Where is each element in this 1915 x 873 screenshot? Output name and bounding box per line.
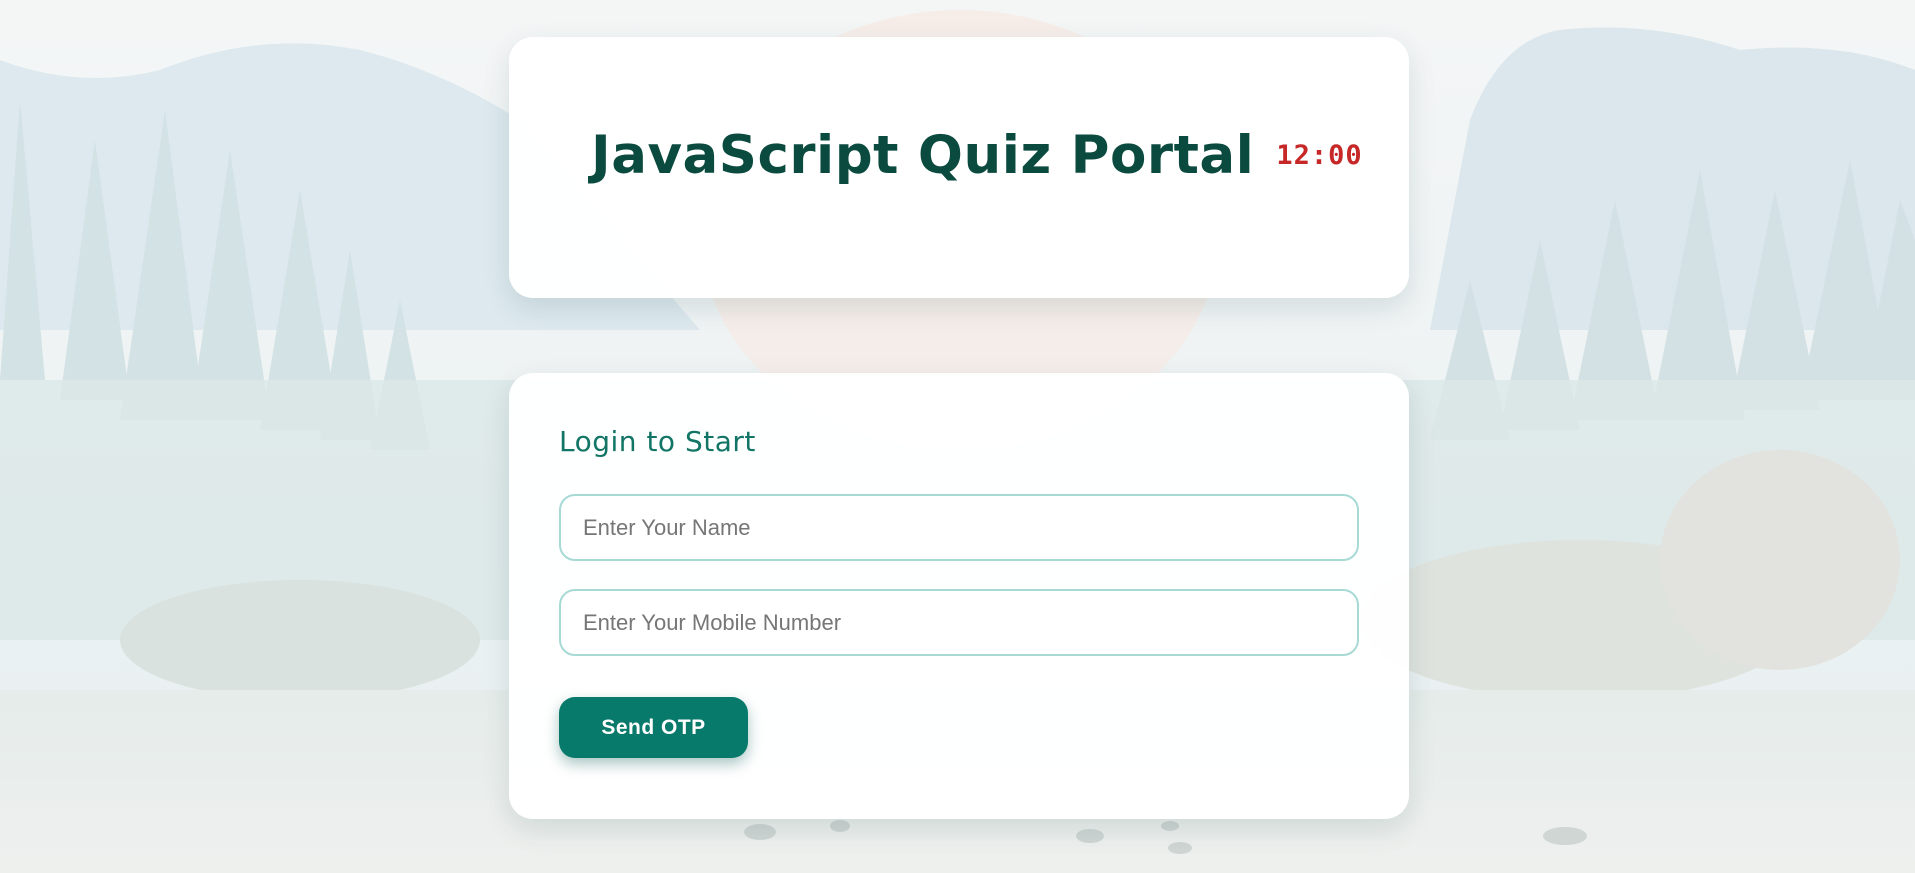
login-heading: Login to Start bbox=[559, 425, 756, 458]
login-card: Login to Start Send OTP bbox=[509, 373, 1409, 819]
header-card: JavaScript Quiz Portal 12:00 bbox=[509, 37, 1409, 298]
name-input[interactable] bbox=[559, 494, 1359, 561]
header-row: JavaScript Quiz Portal 12:00 bbox=[591, 129, 1363, 182]
page-title: JavaScript Quiz Portal bbox=[591, 125, 1255, 186]
countdown-timer: 12:00 bbox=[1276, 140, 1363, 171]
mobile-number-input[interactable] bbox=[559, 589, 1359, 656]
send-otp-button[interactable]: Send OTP bbox=[559, 697, 748, 758]
